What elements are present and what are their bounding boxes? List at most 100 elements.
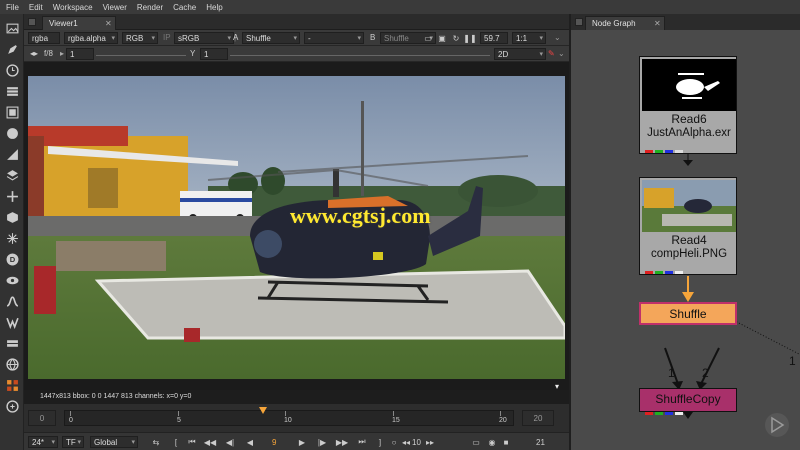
bounce-icon[interactable]: ○ xyxy=(388,436,400,448)
channel-icon[interactable] xyxy=(4,104,20,120)
a-input-dropdown[interactable]: Shuffle ▾ xyxy=(242,32,300,44)
gamma-slider[interactable] xyxy=(230,51,490,56)
curve-icon[interactable] xyxy=(4,293,20,309)
close-icon[interactable]: ✕ xyxy=(105,19,112,28)
read6-thumbnail xyxy=(642,59,736,111)
gain-field[interactable]: 1 xyxy=(66,48,94,60)
node-read6[interactable]: Read6 JustAnAlpha.exr xyxy=(639,56,737,154)
record-icon[interactable]: ■ xyxy=(500,436,512,448)
viewer-menu-icon[interactable]: ▾ xyxy=(555,382,565,391)
refresh-icon[interactable]: ↻ xyxy=(450,32,462,44)
pen-icon[interactable] xyxy=(4,41,20,57)
ip-toggle[interactable]: IP xyxy=(163,33,171,42)
forward-skip-icon[interactable]: ▶▶ xyxy=(336,436,348,448)
menu-help[interactable]: Help xyxy=(206,3,222,12)
image-icon[interactable] xyxy=(4,20,20,36)
read4-thumbnail xyxy=(642,180,736,232)
timeline-tick-label: 15 xyxy=(392,417,400,424)
sphere-icon[interactable] xyxy=(4,125,20,141)
monitor-icon[interactable]: ▭ xyxy=(422,32,434,44)
stack-icon[interactable] xyxy=(4,167,20,183)
globe-icon[interactable] xyxy=(4,356,20,372)
loop-icon[interactable]: ⇆ xyxy=(150,436,162,448)
gain-slider[interactable] xyxy=(96,51,186,56)
paint-icon[interactable]: ✎ xyxy=(548,49,555,58)
read4-title: Read4 xyxy=(671,233,707,247)
nukex-icon[interactable] xyxy=(4,377,20,393)
particle-icon[interactable] xyxy=(4,230,20,246)
viewer-canvas[interactable]: www.cgtsj.com ▾ xyxy=(24,62,569,391)
zoom-dropdown[interactable]: 1:1 ▾ xyxy=(512,32,546,44)
step-arrows-icon[interactable]: ◂▸ xyxy=(30,49,38,58)
menu-bar: File Edit Workspace Viewer Render Cache … xyxy=(0,0,800,14)
pause-icon[interactable]: ❚❚ xyxy=(463,32,476,44)
filter-icon[interactable] xyxy=(4,146,20,162)
step-value[interactable]: 10 xyxy=(412,438,421,447)
timeline[interactable]: 0 20 0 5 10 15 20 xyxy=(24,404,569,432)
composite-dropdown[interactable]: - ▾ xyxy=(304,32,364,44)
current-frame-display[interactable]: 9 xyxy=(272,438,276,447)
timeline-start-field[interactable]: 0 xyxy=(28,410,56,426)
move-icon[interactable] xyxy=(4,188,20,204)
other-icon[interactable] xyxy=(4,398,20,414)
menu-cache[interactable]: Cache xyxy=(173,3,196,12)
more-icon[interactable]: ⌄ xyxy=(554,33,561,42)
input-2-label: 2 xyxy=(702,366,709,380)
colorspace-dropdown[interactable]: sRGB ▾ xyxy=(174,32,234,44)
tf-dropdown[interactable]: TF ▾ xyxy=(62,436,84,448)
play-forward-icon[interactable]: ▶ xyxy=(296,436,308,448)
next-frame-icon[interactable]: |▶ xyxy=(316,436,328,448)
play-back-icon[interactable]: ◀ xyxy=(244,436,256,448)
end-frame-display[interactable]: 21 xyxy=(536,438,545,447)
first-frame-icon[interactable]: ⏮ xyxy=(186,436,198,448)
channels-dropdown[interactable]: rgba xyxy=(28,32,60,44)
step-forward-icon[interactable]: ▸▸ xyxy=(424,436,436,448)
flipbook-icon[interactable]: ▭ xyxy=(470,436,482,448)
playhead-icon[interactable] xyxy=(259,407,267,414)
step-back-icon[interactable]: ◂◂ xyxy=(400,436,412,448)
fps-field[interactable]: 59.7 xyxy=(480,32,508,44)
roi-icon[interactable]: ▣ xyxy=(436,32,448,44)
offscreen-input-label: 1 xyxy=(789,354,796,368)
last-frame-icon[interactable]: ⏭ xyxy=(356,436,368,448)
timeline-tick-mark xyxy=(393,411,394,416)
node-graph-panel[interactable]: Node Graph ✕ Read6 JustAnAlpha.exr Read4 … xyxy=(569,14,800,450)
timeline-tick-mark xyxy=(285,411,286,416)
timeline-track[interactable]: 0 5 10 15 20 xyxy=(64,407,514,426)
node-read4[interactable]: Read4 compHeli.PNG xyxy=(639,177,737,275)
menu-file[interactable]: File xyxy=(6,3,19,12)
fps-dropdown[interactable]: 24* ▾ xyxy=(28,436,58,448)
eye-icon[interactable] xyxy=(4,272,20,288)
node-shufflecopy[interactable]: ShuffleCopy xyxy=(639,388,737,415)
timeline-tick-label: 0 xyxy=(69,417,73,424)
out-point-icon[interactable]: ] xyxy=(374,436,386,448)
back-skip-icon[interactable]: ◀◀ xyxy=(204,436,216,448)
deep-icon[interactable]: D xyxy=(4,251,20,267)
grip-icon[interactable] xyxy=(28,18,36,26)
more-icon-2[interactable]: ⌄ xyxy=(558,49,565,58)
timeline-tick-mark xyxy=(178,411,179,416)
view-mode-dropdown[interactable]: 2D ▾ xyxy=(494,48,546,60)
layers-icon[interactable] xyxy=(4,83,20,99)
timeline-end-field[interactable]: 20 xyxy=(522,410,554,426)
merge-icon[interactable] xyxy=(4,314,20,330)
menu-edit[interactable]: Edit xyxy=(29,3,43,12)
step-right-icon[interactable]: ▸ xyxy=(60,49,64,58)
clock-icon[interactable] xyxy=(4,62,20,78)
cube-icon[interactable] xyxy=(4,209,20,225)
scope-dropdown[interactable]: Global ▾ xyxy=(90,436,138,448)
prev-frame-icon[interactable]: ◀| xyxy=(224,436,236,448)
camera-icon[interactable]: ◉ xyxy=(486,436,498,448)
alpha-dropdown[interactable]: rgba.alpha ▾ xyxy=(64,32,118,44)
menu-render[interactable]: Render xyxy=(137,3,163,12)
in-point-icon[interactable]: [ xyxy=(170,436,182,448)
tab-viewer1[interactable]: Viewer1 ✕ xyxy=(42,16,116,30)
node-shuffle[interactable]: Shuffle xyxy=(639,302,737,325)
menu-viewer[interactable]: Viewer xyxy=(103,3,127,12)
a-input-label: A xyxy=(233,33,239,42)
display-channels-dropdown[interactable]: RGB ▾ xyxy=(122,32,158,44)
menu-workspace[interactable]: Workspace xyxy=(53,3,93,12)
film-icon[interactable] xyxy=(4,335,20,351)
read6-title: Read6 xyxy=(671,112,707,126)
gamma-field[interactable]: 1 xyxy=(200,48,228,60)
